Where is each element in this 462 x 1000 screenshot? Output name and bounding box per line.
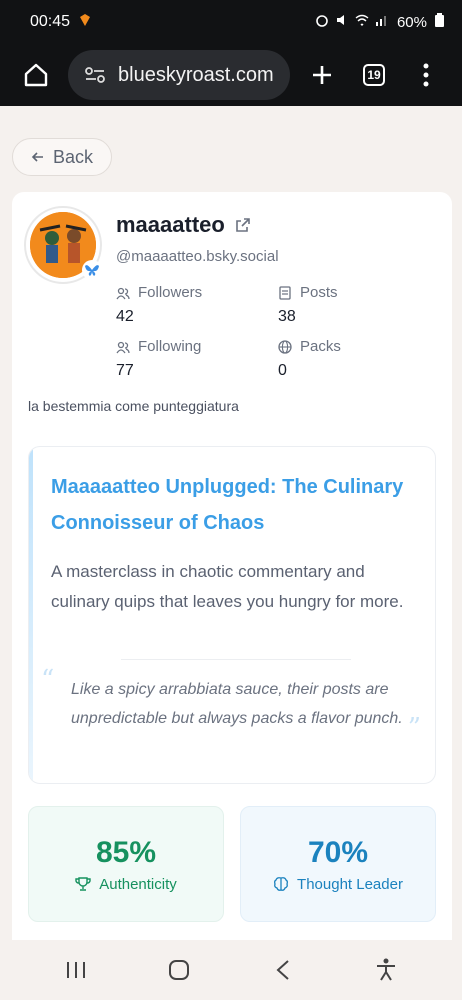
thought-leader-metric: 70% Thought Leader	[240, 806, 436, 922]
plus-icon	[313, 66, 331, 84]
site-settings-icon[interactable]	[82, 64, 108, 86]
profile-bio: la bestemmia come punteggiatura	[28, 398, 239, 414]
url-text[interactable]: blueskyroast.com	[118, 64, 274, 87]
notification-icon	[78, 13, 92, 32]
clock: 00:45	[30, 13, 71, 30]
more-vert-icon	[423, 63, 429, 87]
external-link-icon[interactable]	[235, 217, 251, 233]
status-right: 60%	[315, 13, 444, 31]
recents-button[interactable]	[56, 950, 96, 990]
status-icons	[315, 13, 389, 31]
followers-stat: Followers	[116, 284, 202, 301]
avatar[interactable]	[24, 206, 102, 284]
tab-count: 19	[363, 64, 385, 86]
tabs-button[interactable]: 19	[354, 55, 394, 95]
status-bar: 00:45 60%	[0, 0, 462, 44]
signal-icon	[375, 13, 389, 31]
authenticity-label-row: Authenticity	[75, 876, 177, 893]
username-text: maaaatteo	[116, 212, 225, 237]
page-content: Back maaaatteo @maaaatteo.bsky.social Fo…	[0, 106, 462, 940]
globe-icon	[278, 339, 292, 354]
newspaper-icon	[279, 285, 291, 300]
profile-username: maaaatteo	[116, 212, 251, 238]
new-tab-button[interactable]	[302, 55, 342, 95]
thought-leader-label: Thought Leader	[297, 875, 403, 893]
following-count: 77	[116, 362, 134, 379]
home-nav-button[interactable]	[159, 950, 199, 990]
divider	[121, 659, 351, 660]
authenticity-label: Authenticity	[99, 875, 177, 893]
address-bar[interactable]: blueskyroast.com	[68, 50, 290, 100]
roast-quote: Like a spicy arrabbiata sauce, their pos…	[71, 681, 403, 727]
roast-description: A masterclass in chaotic commentary and …	[51, 562, 404, 611]
packs-count: 0	[278, 362, 287, 379]
roast-accent-bar	[29, 447, 33, 783]
arrow-left-icon	[31, 152, 43, 162]
alarm-icon	[315, 13, 329, 31]
accessibility-icon	[377, 958, 396, 981]
back-button[interactable]: Back	[12, 138, 112, 176]
bluesky-badge-icon	[82, 260, 102, 280]
following-stat: Following	[116, 338, 201, 355]
quote-close-icon: ”	[407, 713, 421, 743]
packs-label: Packs	[300, 338, 341, 355]
status-left: 00:45	[30, 13, 92, 32]
followers-count: 42	[116, 308, 134, 325]
quote-open-icon: “	[41, 665, 55, 695]
recents-icon	[66, 962, 85, 978]
android-nav-bar	[0, 940, 462, 1000]
thought-leader-label-row: Thought Leader	[273, 876, 403, 893]
profile-handle: @maaaatteo.bsky.social	[116, 248, 279, 265]
accessibility-button[interactable]	[366, 950, 406, 990]
trophy-icon	[75, 877, 91, 891]
authenticity-metric: 85% Authenticity	[28, 806, 224, 922]
mute-icon	[335, 13, 349, 31]
posts-stat: Posts	[278, 284, 338, 301]
posts-label: Posts	[300, 284, 338, 301]
roast-title: Maaaaatteo Unplugged: The Culinary Conno…	[51, 476, 404, 534]
users-icon	[116, 341, 130, 353]
packs-stat: Packs	[278, 338, 341, 355]
back-label: Back	[52, 146, 94, 167]
back-nav-button[interactable]	[263, 950, 303, 990]
following-label: Following	[138, 338, 202, 355]
chevron-left-icon	[276, 960, 289, 980]
authenticity-value: 85%	[95, 835, 157, 869]
home-circle-icon	[169, 960, 190, 980]
home-button[interactable]	[16, 55, 56, 95]
profile-card: maaaatteo @maaaatteo.bsky.social Followe…	[12, 192, 452, 940]
posts-count: 38	[278, 308, 296, 325]
battery-percent: 60%	[396, 13, 427, 31]
thought-leader-value: 70%	[307, 835, 369, 869]
home-icon	[24, 63, 48, 87]
battery-icon	[435, 13, 444, 31]
roast-card: Maaaaatteo Unplugged: The Culinary Conno…	[28, 446, 436, 784]
users-icon	[116, 287, 130, 299]
brain-icon	[274, 877, 289, 891]
wifi-icon	[355, 13, 369, 31]
browser-toolbar: blueskyroast.com 19	[0, 44, 462, 106]
menu-button[interactable]	[406, 55, 446, 95]
followers-label: Followers	[138, 284, 203, 301]
